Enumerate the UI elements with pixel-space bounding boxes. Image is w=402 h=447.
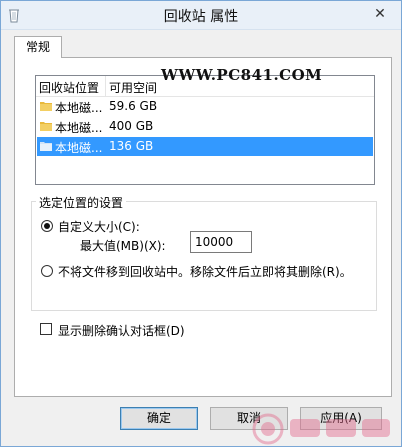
max-size-input[interactable]: 10000 <box>190 231 252 253</box>
close-icon: ✕ <box>374 6 386 22</box>
custom-size-radio[interactable] <box>41 220 53 232</box>
list-item-drive-1[interactable]: 本地磁... 59.6 GB <box>37 97 373 116</box>
confirm-delete-checkbox[interactable] <box>40 323 52 335</box>
folder-icon <box>40 122 52 131</box>
drive-name: 本地磁... <box>55 101 103 115</box>
custom-size-label[interactable]: 自定义大小(C): <box>58 218 140 235</box>
ok-button[interactable]: 确定 <box>120 407 198 430</box>
tab-general[interactable]: 常规 <box>14 36 62 58</box>
list-item-drive-2[interactable]: 本地磁... 400 GB <box>37 117 373 136</box>
title-bar: 回收站 属性 ✕ <box>1 1 401 30</box>
drive-name: 本地磁... <box>55 141 103 155</box>
window-title: 回收站 属性 <box>163 9 239 25</box>
recycle-location-list[interactable]: 回收站位置 可用空间 本地磁... 59.6 GB 本地磁... 400 GB <box>35 75 375 185</box>
settings-group-title: 选定位置的设置 <box>36 194 127 211</box>
list-item-drive-3[interactable]: 本地磁... 136 GB <box>37 137 373 156</box>
properties-dialog: 回收站 属性 ✕ 常规 WWW.PC841.COM 回收站位置 可用空间 本地磁… <box>0 0 402 447</box>
close-button[interactable]: ✕ <box>367 3 393 25</box>
confirm-delete-label[interactable]: 显示删除确认对话框(D) <box>58 322 185 339</box>
drive-free-space: 400 GB <box>109 119 154 133</box>
folder-icon <box>40 142 52 151</box>
max-size-label: 最大值(MB)(X): <box>80 239 166 253</box>
delete-immediately-label[interactable]: 不将文件移到回收站中。移除文件后立即将其删除(R)。 <box>58 263 352 280</box>
website-watermark: WWW.PC841.COM <box>161 66 323 84</box>
apply-button[interactable]: 应用(A) <box>300 407 382 430</box>
folder-icon <box>40 102 52 111</box>
column-header-location[interactable]: 回收站位置 <box>39 79 99 96</box>
drive-free-space: 59.6 GB <box>109 99 158 113</box>
column-divider[interactable] <box>105 76 106 96</box>
cancel-button[interactable]: 取消 <box>210 407 288 430</box>
drive-name: 本地磁... <box>55 121 103 135</box>
drive-free-space: 136 GB <box>109 139 154 153</box>
delete-immediately-radio[interactable] <box>41 265 53 277</box>
column-header-free-space[interactable]: 可用空间 <box>109 79 157 96</box>
